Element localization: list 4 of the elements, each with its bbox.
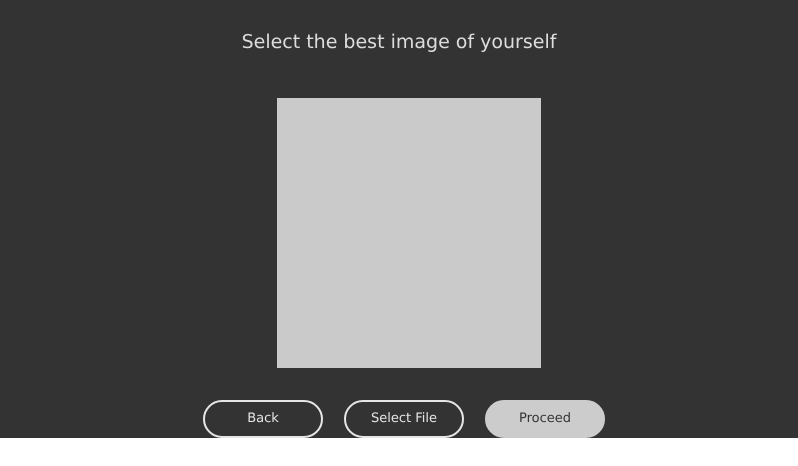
page-title: Select the best image of yourself xyxy=(242,30,556,55)
outline-button[interactable]: Select File xyxy=(344,400,464,438)
proceed-button[interactable]: Proceed xyxy=(485,400,605,438)
outline-button[interactable]: Back xyxy=(203,400,323,438)
